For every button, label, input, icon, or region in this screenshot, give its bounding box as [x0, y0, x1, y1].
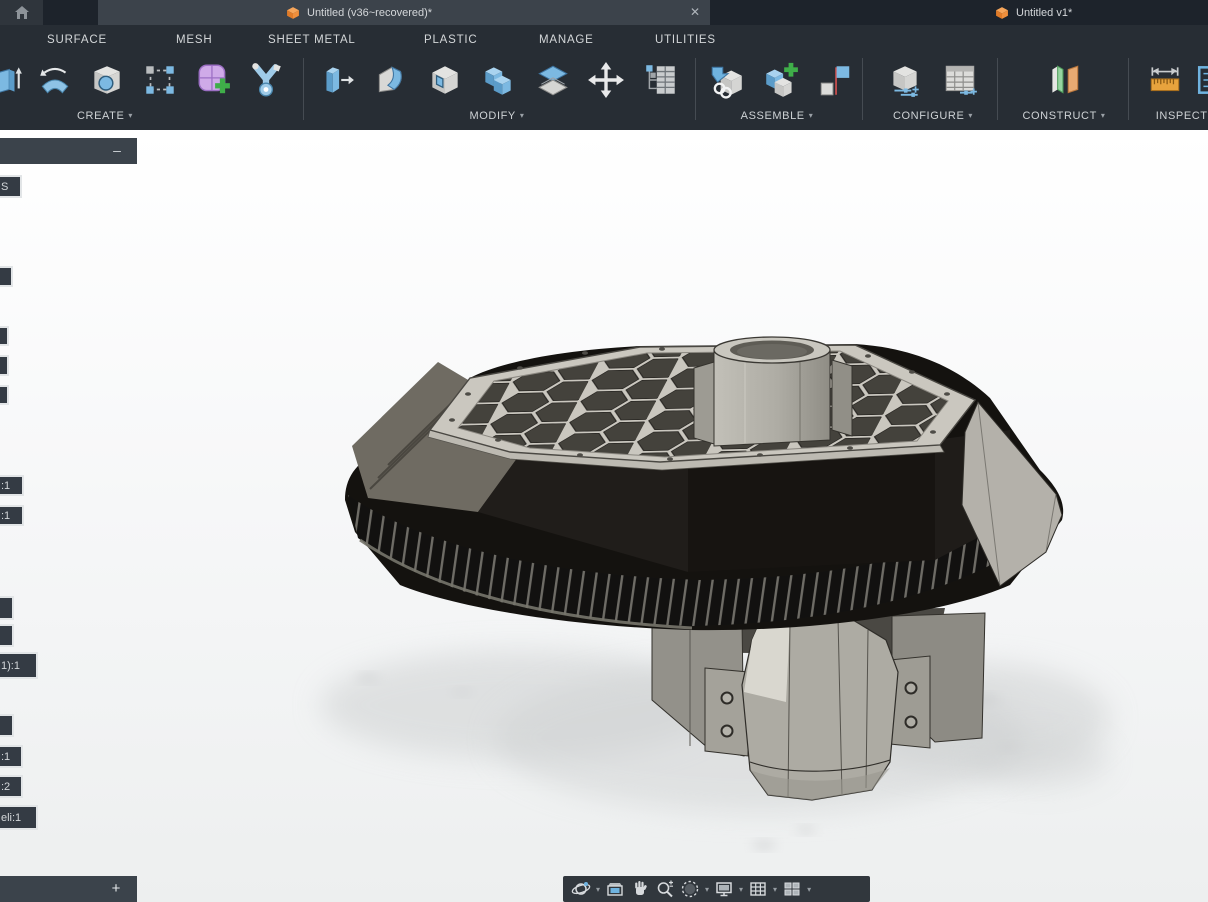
browser-node-fragment[interactable]: [0, 326, 9, 346]
tab-manage[interactable]: MANAGE: [539, 25, 594, 54]
pan-icon[interactable]: [630, 878, 650, 900]
model-center-tower[interactable]: [693, 336, 853, 447]
home-button[interactable]: [0, 0, 43, 25]
chevron-down-icon: ▾: [519, 111, 525, 120]
browser-node-fragment[interactable]: [0, 266, 13, 287]
new-component-icon[interactable]: [759, 56, 803, 104]
ribbon: SURFACE MESH SHEET METAL PLASTIC MANAGE …: [0, 25, 1208, 130]
tab-surface[interactable]: SURFACE: [47, 25, 107, 54]
extrude-icon[interactable]: [0, 56, 27, 104]
document-tab-inactive[interactable]: Untitled v1*: [880, 0, 1208, 25]
fusion-window: Untitled (v36~recovered)* ✕ Untitled v1*…: [0, 0, 1208, 902]
ribbon-menubar: SURFACE MESH SHEET METAL PLASTIC MANAGE …: [0, 25, 1208, 54]
browser-panel-header[interactable]: –: [0, 138, 137, 164]
group-label-create[interactable]: CREATE ▾: [77, 106, 133, 126]
browser-node-fragment[interactable]: eli:1: [0, 805, 38, 830]
move-copy-icon[interactable]: [584, 56, 628, 104]
browser-node-fragment[interactable]: [0, 596, 14, 620]
model-3d-render[interactable]: [0, 130, 1208, 902]
document-tab-active[interactable]: Untitled (v36~recovered)* ✕: [98, 0, 710, 25]
generative-design-icon[interactable]: [244, 56, 288, 104]
press-pull-icon[interactable]: [315, 56, 359, 104]
tab-sheet-metal[interactable]: SHEET METAL: [268, 25, 356, 54]
toolbar-divider: [1128, 58, 1129, 120]
joint-icon[interactable]: [813, 56, 857, 104]
browser-node-fragment[interactable]: [0, 714, 14, 737]
chevron-down-icon[interactable]: ▾: [705, 885, 709, 894]
grid-settings-icon[interactable]: [748, 878, 768, 900]
hole-icon[interactable]: [85, 56, 129, 104]
measure-icon[interactable]: [1143, 56, 1187, 104]
chevron-down-icon: ▾: [968, 111, 974, 120]
configure-icon[interactable]: [883, 56, 927, 104]
toolbar-divider: [695, 58, 696, 120]
orbit-icon[interactable]: [571, 878, 591, 900]
tab-close-icon[interactable]: ✕: [690, 0, 700, 25]
section-analysis-icon[interactable]: [1192, 56, 1208, 104]
group-label-assemble[interactable]: ASSEMBLE ▾: [741, 106, 814, 126]
form-icon[interactable]: [191, 56, 235, 104]
timeline-bar[interactable]: +: [0, 876, 137, 902]
browser-node-fragment[interactable]: :1: [0, 475, 24, 496]
chevron-down-icon[interactable]: ▾: [739, 885, 743, 894]
fit-icon[interactable]: [680, 878, 700, 900]
document-cube-icon: [287, 6, 299, 19]
chevron-down-icon[interactable]: ▾: [596, 885, 600, 894]
chevron-down-icon: ▾: [1100, 111, 1106, 120]
combine-icon[interactable]: [476, 56, 520, 104]
document-tabbar: Untitled (v36~recovered)* ✕ Untitled v1*: [0, 0, 1208, 25]
document-tab-title: Untitled (v36~recovered)*: [307, 6, 433, 19]
timeline-add-icon[interactable]: +: [103, 876, 129, 902]
shell-icon[interactable]: [423, 56, 467, 104]
chevron-down-icon[interactable]: ▾: [773, 885, 777, 894]
browser-node-fragment[interactable]: 1):1: [0, 652, 38, 679]
construction-plane-icon[interactable]: [1042, 56, 1086, 104]
toolbar-divider: [862, 58, 863, 120]
group-label-modify[interactable]: MODIFY ▾: [469, 106, 524, 126]
revolve-icon[interactable]: [33, 56, 77, 104]
home-icon: [14, 6, 29, 19]
group-label-configure[interactable]: CONFIGURE ▾: [893, 106, 973, 126]
tab-plastic[interactable]: PLASTIC: [424, 25, 478, 54]
browser-node-fragment[interactable]: [0, 624, 14, 647]
group-label-construct[interactable]: CONSTRUCT ▾: [1022, 106, 1105, 126]
browser-node-fragment[interactable]: [0, 385, 9, 405]
toolbar-divider: [997, 58, 998, 120]
document-tab-title: Untitled v1*: [1016, 6, 1073, 19]
tab-mesh[interactable]: MESH: [176, 25, 212, 54]
browser-node-fragment[interactable]: :1: [0, 745, 23, 768]
chevron-down-icon: ▾: [808, 111, 814, 120]
browser-node-fragment[interactable]: S: [0, 175, 22, 198]
browser-node-fragment[interactable]: :2: [0, 775, 23, 798]
toolbar-divider: [303, 58, 304, 120]
configuration-table-icon[interactable]: [938, 56, 982, 104]
browser-node-fragment[interactable]: [0, 355, 9, 376]
insert-icon[interactable]: [705, 56, 749, 104]
fillet-icon[interactable]: [369, 56, 413, 104]
document-cube-icon: [996, 6, 1008, 19]
viewport-canvas[interactable]: – S :1 :1 1):1 :1 :2 eli:1 + ▾ ▾ ▾ ▾ ▾: [0, 130, 1208, 902]
rectangular-pattern-icon[interactable]: [138, 56, 182, 104]
viewports-icon[interactable]: [782, 878, 802, 900]
change-parameters-icon[interactable]: [639, 56, 683, 104]
chevron-down-icon: ▾: [128, 111, 134, 120]
chevron-down-icon[interactable]: ▾: [807, 885, 811, 894]
offset-face-icon[interactable]: [531, 56, 575, 104]
zoom-icon[interactable]: [655, 878, 675, 900]
browser-node-fragment[interactable]: :1: [0, 505, 24, 526]
display-settings-icon[interactable]: [714, 878, 734, 900]
view-navbar: ▾ ▾ ▾ ▾ ▾: [563, 876, 870, 902]
look-at-icon[interactable]: [605, 878, 625, 900]
panel-minimize-icon[interactable]: –: [105, 138, 129, 164]
tab-utilities[interactable]: UTILITIES: [655, 25, 716, 54]
group-label-inspect[interactable]: INSPECT▾: [1156, 106, 1208, 126]
